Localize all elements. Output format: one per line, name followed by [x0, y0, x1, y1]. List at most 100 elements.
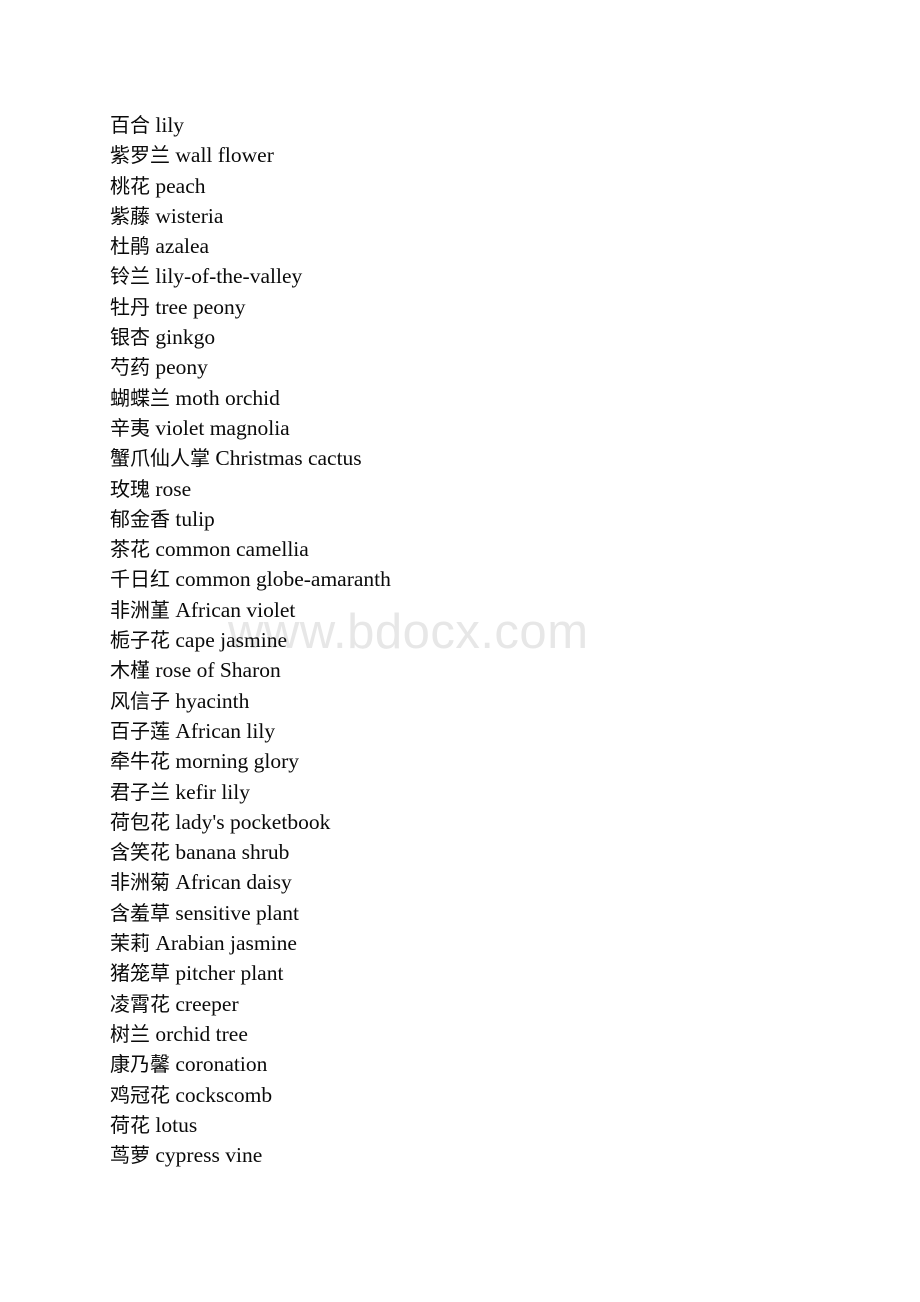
- entry-english-term: coronation: [175, 1052, 268, 1077]
- entry-chinese-term: 荷花: [110, 1112, 150, 1137]
- vocabulary-entry: 玫瑰 rose: [110, 474, 860, 504]
- entry-english-term: African daisy: [175, 870, 292, 895]
- vocabulary-entry: 芍药 peony: [110, 352, 860, 382]
- vocabulary-entry: 郁金香 tulip: [110, 504, 860, 534]
- entry-english-term: cockscomb: [175, 1082, 273, 1107]
- entry-english-term: moth orchid: [175, 385, 280, 410]
- entry-english-term: morning glory: [175, 749, 299, 774]
- entry-chinese-term: 非洲堇: [110, 597, 170, 622]
- entry-chinese-term: 含羞草: [110, 900, 170, 925]
- entry-chinese-term: 蝴蝶兰: [110, 385, 170, 410]
- vocabulary-entry: 树兰 orchid tree: [110, 1019, 860, 1049]
- vocabulary-entry: 荷包花 lady's pocketbook: [110, 807, 860, 837]
- vocabulary-entry: 桃花 peach: [110, 171, 860, 201]
- entry-chinese-term: 鸡冠花: [110, 1082, 170, 1107]
- vocabulary-entry: 蝴蝶兰 moth orchid: [110, 383, 860, 413]
- entry-chinese-term: 含笑花: [110, 840, 170, 865]
- entry-chinese-term: 茉莉: [110, 931, 150, 956]
- entry-english-term: tree peony: [155, 294, 246, 319]
- entry-english-term: ginkgo: [155, 325, 216, 350]
- vocabulary-entry: 茑萝 cypress vine: [110, 1140, 860, 1170]
- entry-english-term: banana shrub: [175, 840, 290, 865]
- entry-chinese-term: 凌霄花: [110, 991, 170, 1016]
- entry-chinese-term: 蟹爪仙人掌: [110, 446, 210, 471]
- vocabulary-entry: 栀子花 cape jasmine: [110, 625, 860, 655]
- entry-chinese-term: 风信子: [110, 688, 170, 713]
- entry-english-term: pitcher plant: [175, 961, 284, 986]
- entry-chinese-term: 木槿: [110, 658, 150, 683]
- entry-english-term: violet magnolia: [155, 415, 290, 440]
- vocabulary-entry: 非洲堇 African violet: [110, 595, 860, 625]
- entry-english-term: lily-of-the-valley: [155, 264, 303, 289]
- entry-english-term: Christmas cactus: [215, 446, 362, 471]
- vocabulary-entry: 荷花 lotus: [110, 1110, 860, 1140]
- entry-english-term: common camellia: [155, 537, 309, 562]
- vocabulary-entry: 含羞草 sensitive plant: [110, 898, 860, 928]
- entry-english-term: African violet: [175, 597, 296, 622]
- entry-chinese-term: 银杏: [110, 325, 150, 350]
- entry-english-term: creeper: [175, 991, 239, 1016]
- entry-chinese-term: 荷包花: [110, 809, 170, 834]
- entry-chinese-term: 百合: [110, 113, 150, 137]
- vocabulary-entry: 凌霄花 creeper: [110, 989, 860, 1019]
- entry-english-term: cypress vine: [155, 1143, 263, 1168]
- vocabulary-entry: 鸡冠花 cockscomb: [110, 1080, 860, 1110]
- entry-english-term: wall flower: [175, 143, 274, 168]
- entry-english-term: hyacinth: [175, 688, 250, 713]
- vocabulary-entry: 杜鹃 azalea: [110, 231, 860, 261]
- entry-chinese-term: 桃花: [110, 173, 150, 198]
- entry-chinese-term: 猪笼草: [110, 961, 170, 986]
- vocabulary-entry: 康乃馨 coronation: [110, 1049, 860, 1079]
- entry-chinese-term: 郁金香: [110, 506, 170, 531]
- vocabulary-entry: 牡丹 tree peony: [110, 292, 860, 322]
- vocabulary-entry: 猪笼草 pitcher plant: [110, 958, 860, 988]
- entry-chinese-term: 百子莲: [110, 718, 170, 743]
- vocabulary-entry: 茶花 common camellia: [110, 534, 860, 564]
- entry-chinese-term: 辛夷: [110, 415, 150, 440]
- entry-chinese-term: 玫瑰: [110, 476, 150, 501]
- vocabulary-entry: 千日红 common globe-amaranth: [110, 564, 860, 594]
- entry-english-term: orchid tree: [155, 1021, 248, 1046]
- vocabulary-entry: 银杏 ginkgo: [110, 322, 860, 352]
- entry-chinese-term: 牡丹: [110, 294, 150, 319]
- entry-english-term: peach: [155, 173, 206, 198]
- document-page: www.bdocx.com 百合 lily 紫罗兰 wall flower 桃花 p…: [0, 0, 920, 1302]
- entry-chinese-term: 茑萝: [110, 1143, 150, 1168]
- entry-chinese-term: 千日红: [110, 567, 170, 592]
- entry-chinese-term: 芍药: [110, 355, 150, 380]
- vocabulary-entry: 紫罗兰 wall flower: [110, 140, 860, 170]
- vocabulary-entry: 辛夷 violet magnolia: [110, 413, 860, 443]
- vocabulary-entry: 紫藤 wisteria: [110, 201, 860, 231]
- entry-english-term: sensitive plant: [175, 900, 299, 925]
- vocabulary-list: 百合 lily 紫罗兰 wall flower 桃花 peach 紫藤 wisteri…: [110, 110, 860, 1170]
- entry-english-term: rose of Sharon: [155, 658, 281, 683]
- entry-chinese-term: 铃兰: [110, 264, 150, 289]
- entry-chinese-term: 非洲菊: [110, 870, 170, 895]
- entry-english-term: wisteria: [155, 203, 224, 228]
- vocabulary-entry: 百子莲 African lily: [110, 716, 860, 746]
- vocabulary-entry: 木槿 rose of Sharon: [110, 655, 860, 685]
- entry-english-term: African lily: [175, 718, 276, 743]
- entry-english-term: kefir lily: [175, 779, 251, 804]
- vocabulary-entry: 风信子 hyacinth: [110, 686, 860, 716]
- entry-chinese-term: 康乃馨: [110, 1052, 170, 1077]
- entry-english-term: cape jasmine: [175, 628, 288, 653]
- entry-chinese-term: 紫藤: [110, 203, 150, 228]
- vocabulary-entry: 茉莉 Arabian jasmine: [110, 928, 860, 958]
- entry-english-term: tulip: [175, 506, 215, 531]
- entry-english-term: rose: [155, 476, 192, 501]
- vocabulary-entry: 牵牛花 morning glory: [110, 746, 860, 776]
- entry-chinese-term: 树兰: [110, 1021, 150, 1046]
- entry-english-term: lily: [155, 113, 185, 137]
- vocabulary-entry: 铃兰 lily-of-the-valley: [110, 261, 860, 291]
- vocabulary-entry: 非洲菊 African daisy: [110, 867, 860, 897]
- entry-chinese-term: 杜鹃: [110, 234, 150, 259]
- entry-chinese-term: 君子兰: [110, 779, 170, 804]
- entry-english-term: Arabian jasmine: [155, 931, 297, 956]
- entry-chinese-term: 牵牛花: [110, 749, 170, 774]
- entry-chinese-term: 栀子花: [110, 628, 170, 653]
- entry-english-term: lotus: [155, 1112, 198, 1137]
- vocabulary-entry: 君子兰 kefir lily: [110, 777, 860, 807]
- vocabulary-entry: 蟹爪仙人掌 Christmas cactus: [110, 443, 860, 473]
- vocabulary-entry: 百合 lily: [110, 110, 860, 140]
